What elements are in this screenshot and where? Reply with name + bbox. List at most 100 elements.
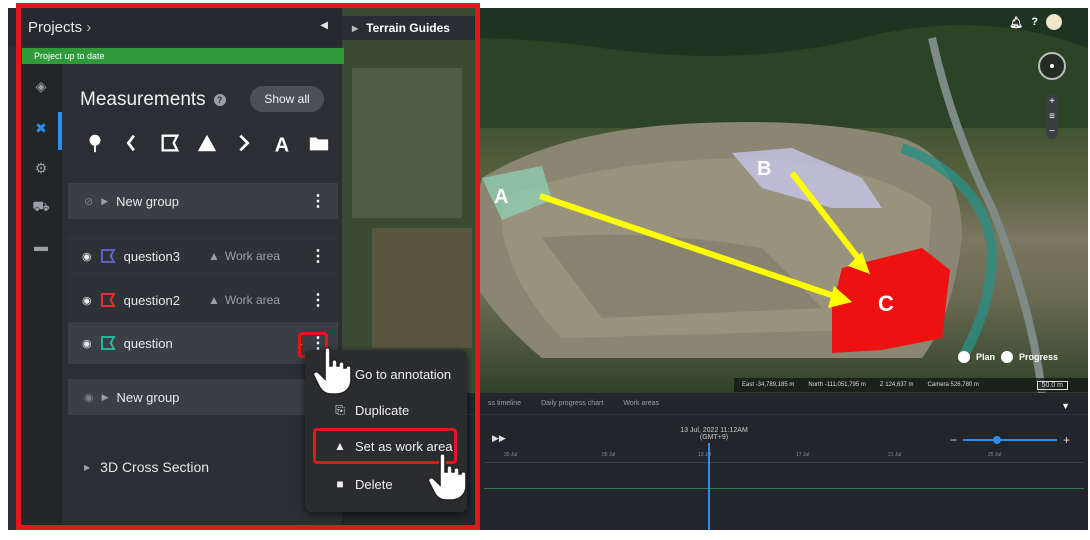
- sidebar-rail: ◈ ✖ ⚙ ⛟ ▬: [22, 64, 62, 530]
- polyline-icon[interactable]: [233, 132, 255, 154]
- measurements-title: Measurements ?: [80, 89, 226, 111]
- more-menu-icon[interactable]: ⋮: [310, 191, 326, 211]
- gear-icon[interactable]: ⚙: [32, 160, 50, 178]
- timeline-date: 13 Jul, 2022 11:12AM (GMT+9): [674, 427, 754, 441]
- text-icon[interactable]: A: [271, 132, 293, 154]
- camera-coord: Camera 526,780 m: [927, 382, 979, 388]
- east-coord: East -34,789,185 m: [742, 382, 795, 388]
- terrain-image: [342, 8, 1088, 393]
- menu-item-label: Delete: [355, 476, 393, 492]
- scale-bar: 50.0 m: [1036, 380, 1068, 390]
- chevron-right-icon[interactable]: ▶: [102, 392, 109, 403]
- terrain-guides-label: Terrain Guides: [366, 21, 450, 35]
- work-area-label: Work area: [224, 293, 281, 307]
- compass-icon[interactable]: [1038, 52, 1066, 80]
- zoom-in-timeline-icon[interactable]: +: [1063, 433, 1070, 447]
- chevron-right-icon: ▶: [352, 23, 359, 33]
- tick-label: 30 Jul: [504, 452, 518, 458]
- collapse-panel-icon[interactable]: ◀: [320, 20, 328, 31]
- bell-icon[interactable]: 🔔︎: [1009, 16, 1023, 29]
- eye-hidden-icon[interactable]: ⊘: [84, 195, 93, 208]
- tab-timeline[interactable]: ss timeline: [488, 400, 521, 407]
- measure-toolbar: A: [84, 132, 330, 154]
- group-row[interactable]: ⊘ ▶ New group ⋮: [68, 183, 338, 219]
- tick-label: 25 Jul: [988, 452, 1002, 458]
- tab-daily-progress[interactable]: Daily progress chart: [541, 400, 603, 407]
- top-right-icons: 🔔︎ ?: [1009, 14, 1062, 30]
- hand-pointer-icon: [427, 452, 467, 501]
- timeline-zoom: − +: [950, 433, 1070, 447]
- group-label: New group: [116, 389, 180, 405]
- avatar[interactable]: [1046, 14, 1062, 30]
- coordinate-readout: East -34,789,185 m North -111,051,795 m …: [734, 378, 1088, 392]
- left-panel: Projects › ◀ Project up to date ◈ ✖ ⚙ ⛟ …: [8, 8, 344, 530]
- help-icon[interactable]: ?: [213, 94, 226, 106]
- line-icon[interactable]: [121, 132, 143, 154]
- folder-icon[interactable]: ▬: [32, 238, 50, 256]
- measurement-name: question3: [123, 248, 180, 264]
- measurement-name: question2: [123, 292, 180, 308]
- timeline-cursor[interactable]: [708, 443, 710, 530]
- play-icon[interactable]: ▶▶: [492, 433, 506, 444]
- eye-icon[interactable]: ◉: [84, 391, 94, 404]
- polygon-icon: [100, 293, 116, 307]
- map-viewport[interactable]: A B C 🔔︎ ? + ≡ − Plan Progress East -34,…: [342, 8, 1088, 393]
- area-label-b: B: [757, 158, 772, 180]
- zoom-in-icon[interactable]: +: [1049, 96, 1055, 107]
- timeline-timezone: (GMT+9): [699, 434, 729, 441]
- tick-label: 17 Jul: [796, 452, 810, 458]
- copy-icon: ⎘: [335, 402, 345, 417]
- measurements-title-text: Measurements: [80, 89, 206, 110]
- timeline-ruler: 30 Jul 05 Jul 13 Jul 17 Jul 21 Jul 25 Ju…: [484, 451, 1084, 463]
- eye-icon[interactable]: ◉: [82, 337, 92, 350]
- zoom-control: + ≡ −: [1046, 94, 1058, 139]
- polygon-icon: [100, 336, 116, 350]
- chevron-right-icon[interactable]: ▶: [101, 196, 108, 207]
- status-bar: Project up to date: [22, 48, 344, 64]
- trash-icon: ■: [336, 477, 344, 491]
- show-all-button[interactable]: Show all: [250, 86, 324, 112]
- timeline-zoom-slider[interactable]: [962, 436, 1057, 444]
- duplicate-item[interactable]: ⎘ Duplicate: [305, 392, 467, 428]
- projects-label: Projects: [28, 18, 83, 36]
- projects-header[interactable]: Projects › ◀: [8, 8, 342, 46]
- cone-icon: ▲: [208, 293, 220, 307]
- tab-work-areas[interactable]: Work areas: [623, 400, 659, 407]
- active-indicator: [58, 112, 62, 150]
- z-coord: Z 124,637 m: [879, 382, 914, 388]
- layers-3d-icon[interactable]: ≡: [1049, 111, 1055, 122]
- pin-icon[interactable]: [84, 132, 106, 154]
- chevron-right-icon: ›: [86, 18, 92, 36]
- help-icon[interactable]: ?: [1031, 16, 1038, 28]
- polygon-icon[interactable]: [159, 132, 181, 154]
- tick-label: 05 Jul: [602, 452, 616, 458]
- plan-label: Plan: [976, 352, 996, 362]
- more-menu-icon[interactable]: ⋮: [310, 290, 326, 310]
- area-label-a: A: [494, 186, 509, 208]
- plan-progress-toggle: Plan Progress: [958, 351, 1058, 363]
- menu-item-label: Duplicate: [355, 402, 410, 418]
- vehicle-icon[interactable]: ⛟: [32, 198, 50, 216]
- cone-icon: ▲: [208, 249, 220, 263]
- layers-icon[interactable]: ◈: [32, 78, 50, 96]
- more-menu-icon[interactable]: ⋮: [310, 246, 326, 266]
- zoom-out-timeline-icon[interactable]: −: [950, 433, 957, 447]
- group-row[interactable]: ◉ ▶ New group ⋮: [68, 379, 338, 415]
- cross-section-label: 3D Cross Section: [100, 459, 210, 475]
- plan-radio[interactable]: [958, 351, 970, 363]
- terrain-guides-tab[interactable]: ▶ Terrain Guides: [342, 16, 476, 40]
- eye-icon[interactable]: ◉: [82, 294, 92, 307]
- hand-pointer-icon: [312, 346, 352, 395]
- collapse-timeline-icon[interactable]: ▼: [1061, 401, 1070, 411]
- measurement-row-question2[interactable]: ◉ question2 ▲ Work area ⋮: [68, 279, 338, 321]
- eye-icon[interactable]: ◉: [82, 250, 92, 263]
- zoom-out-icon[interactable]: −: [1049, 126, 1055, 137]
- measurement-name: question: [123, 335, 173, 351]
- cross-section-section[interactable]: ▶ 3D Cross Section: [84, 459, 209, 475]
- measure-tools-icon[interactable]: ✖: [32, 120, 50, 138]
- measurement-row-question3[interactable]: ◉ question3 ▲ Work area ⋮: [68, 235, 338, 277]
- folder-icon[interactable]: [308, 132, 330, 154]
- volume-icon[interactable]: [196, 132, 218, 154]
- progress-radio[interactable]: [1001, 351, 1014, 363]
- polygon-icon: [100, 249, 116, 263]
